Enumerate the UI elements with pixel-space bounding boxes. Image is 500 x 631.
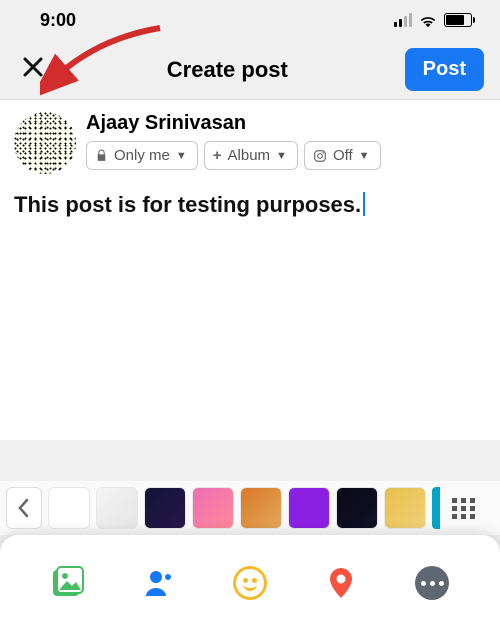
page-title: Create post [167, 57, 288, 83]
instagram-label: Off [333, 147, 353, 164]
caret-down-icon: ▼ [359, 150, 370, 162]
background-swatch-blank[interactable] [48, 487, 90, 529]
status-time: 9:00 [40, 10, 76, 31]
tag-people-button[interactable] [134, 558, 184, 608]
more-options-button[interactable] [407, 558, 457, 608]
add-feeling-button[interactable] [225, 558, 275, 608]
more-icon [415, 566, 449, 600]
location-pin-icon [324, 566, 358, 600]
album-selector[interactable]: + Album ▼ [204, 141, 298, 170]
status-bar: 9:00 [0, 0, 500, 40]
status-indicators [394, 13, 472, 28]
background-swatch-purple-solid[interactable] [288, 487, 330, 529]
background-swatch-pink-wave[interactable] [192, 487, 234, 529]
album-label: Album [228, 147, 271, 164]
feeling-icon [233, 566, 267, 600]
background-swatch-light-texture[interactable] [96, 487, 138, 529]
background-swatch-orange-path[interactable] [240, 487, 282, 529]
author-row: Ajaay Srinivasan Only me ▼ + Album ▼ Off… [0, 100, 500, 180]
instagram-crosspost-selector[interactable]: Off ▼ [304, 141, 381, 170]
add-location-button[interactable] [316, 558, 366, 608]
tag-person-icon [142, 566, 176, 600]
composer-text: This post is for testing purposes. [14, 192, 361, 217]
lock-icon [95, 149, 108, 162]
author-name: Ajaay Srinivasan [86, 112, 486, 135]
plus-icon: + [213, 147, 222, 164]
background-swatch-yellow-illustration[interactable] [384, 487, 426, 529]
bg-show-all-button[interactable] [446, 487, 482, 529]
signal-icon [394, 13, 412, 27]
background-swatch-rocket-navy[interactable] [144, 487, 186, 529]
editor-header: Create post Post [0, 40, 500, 100]
background-swatch-partial[interactable] [432, 487, 440, 529]
avatar[interactable] [14, 112, 76, 174]
wifi-icon [418, 13, 438, 28]
grid-icon [452, 498, 476, 519]
background-picker [0, 481, 500, 535]
battery-icon [444, 13, 472, 27]
composer-toolbar [0, 535, 500, 631]
add-photo-button[interactable] [43, 558, 93, 608]
background-swatch-dark-lines[interactable] [336, 487, 378, 529]
bg-scroll-left-button[interactable] [6, 487, 42, 529]
post-composer[interactable]: This post is for testing purposes. [0, 180, 500, 440]
caret-down-icon: ▼ [276, 150, 287, 162]
photo-icon [51, 566, 85, 600]
instagram-icon [313, 149, 327, 163]
privacy-selector[interactable]: Only me ▼ [86, 141, 198, 170]
caret-down-icon: ▼ [176, 150, 187, 162]
privacy-label: Only me [114, 147, 170, 164]
post-button[interactable]: Post [405, 48, 484, 91]
close-icon[interactable] [16, 50, 50, 89]
text-caret [363, 192, 365, 216]
